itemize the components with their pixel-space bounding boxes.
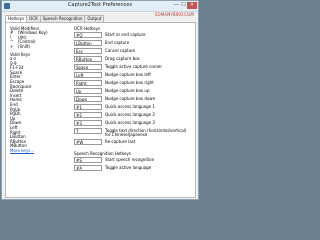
hotkey-input[interactable]: RButton: [74, 56, 102, 62]
hotkey-description: Start or end capture: [105, 31, 146, 37]
tab-output[interactable]: Output: [84, 15, 105, 22]
maximize-button[interactable]: ☐: [180, 2, 187, 9]
tab-ocr[interactable]: OCR: [26, 15, 41, 22]
hotkey-input[interactable]: #1: [74, 104, 102, 110]
hotkey-description: Cancel capture: [105, 47, 136, 53]
close-button[interactable]: ✕: [187, 2, 197, 9]
hotkey-description: Nudge capture box down: [105, 95, 156, 101]
hotkey-input[interactable]: LButton: [74, 40, 102, 46]
ocr-hotkeys-header: OCR Hotkeys: [74, 26, 101, 31]
hotkey-input[interactable]: Right: [74, 80, 102, 86]
hotkey-input[interactable]: T: [74, 128, 102, 134]
hotkey-description: Nudge capture box left: [105, 71, 151, 77]
hotkey-description: Nudge capture box up: [105, 87, 150, 93]
hotkey-input[interactable]: #2: [74, 112, 102, 118]
hotkey-row: RButton Drag capture box: [74, 56, 192, 62]
watermark: SOMANYBIRO.COM: [154, 12, 194, 17]
hotkey-description: Quick-access language 3: [105, 119, 155, 125]
hotkey-description: Toggle text direction (horizontal/vertic…: [105, 127, 187, 137]
modifier-symbol: +: [10, 43, 14, 49]
tab-hotkeys[interactable]: Hotkeys: [5, 15, 28, 22]
hotkey-input[interactable]: Down: [74, 96, 102, 102]
hotkey-description: Re-capture last: [105, 138, 136, 144]
hotkey-row: #S Start speech recognition: [74, 157, 192, 163]
hotkey-description: Start speech recognition: [105, 156, 155, 162]
hotkey-input[interactable]: #A: [74, 165, 102, 171]
hotkey-row: #Q Start or end capture: [74, 32, 192, 38]
hotkey-input[interactable]: #S: [74, 157, 102, 163]
hotkeys-panel: Valid Modifiers # ! ^ + (Windows Key) (A…: [5, 22, 196, 198]
hotkey-input[interactable]: Esc: [74, 48, 102, 54]
hotkey-input[interactable]: Space: [74, 64, 102, 70]
tab-bar: Hotkeys OCR Speech Recognition Output: [5, 15, 105, 22]
hotkey-row: #W Re-capture last: [74, 139, 192, 145]
hotkey-row: Space Toggle active capture corner: [74, 64, 192, 70]
more-keys-link[interactable]: More keys...: [10, 148, 34, 154]
hotkey-row: Left Nudge capture box left: [74, 72, 192, 78]
hotkey-row: Up Nudge capture box up: [74, 88, 192, 94]
modifier-symbols: # ! ^ +: [10, 30, 14, 49]
hotkey-description: Nudge capture box right: [105, 79, 154, 85]
hotkey-input[interactable]: #Q: [74, 32, 102, 38]
minimize-button[interactable]: —: [173, 2, 180, 9]
hotkey-row: Esc Cancel capture: [74, 48, 192, 54]
title-bar: Capture2Text Preferences — ☐ ✕: [2, 1, 198, 12]
modifier-desc: (Shift): [18, 43, 31, 49]
hotkey-description: Drag capture box: [105, 55, 140, 61]
hotkey-row: #1 Quick-access language 1: [74, 104, 192, 110]
hotkey-input[interactable]: #3: [74, 120, 102, 126]
hotkey-row: #2 Quick-access language 2: [74, 112, 192, 118]
valid-keys-list: a-z 0-9 F1-F24 Space Enter Escape Backsp…: [10, 56, 34, 154]
speech-hotkeys-header: Speech Recognition Hotkeys: [74, 151, 131, 156]
hotkey-input[interactable]: Left: [74, 72, 102, 78]
tab-speech-recognition[interactable]: Speech Recognition: [39, 15, 86, 22]
hotkey-row: T Toggle text direction (horizontal/vert…: [74, 128, 192, 138]
hotkey-row: Down Nudge capture box down: [74, 96, 192, 102]
hotkey-description: Toggle active language: [105, 164, 152, 170]
hotkey-row: #3 Quick-access language 3: [74, 120, 192, 126]
preferences-window: Capture2Text Preferences — ☐ ✕ SOMANYBIR…: [1, 0, 199, 200]
window-title: Capture2Text Preferences: [67, 2, 133, 8]
hotkey-row: LButton End capture: [74, 40, 192, 46]
hotkey-row: #A Toggle active language: [74, 165, 192, 171]
hotkey-input[interactable]: #W: [74, 139, 102, 145]
hotkey-description: Quick-access language 2: [105, 111, 155, 117]
modifier-descriptions: (Windows Key) (Alt) (Control) (Shift): [18, 30, 48, 49]
hotkey-input[interactable]: Up: [74, 88, 102, 94]
hotkey-row: Right Nudge capture box right: [74, 80, 192, 86]
hotkey-description: Toggle active capture corner: [105, 63, 163, 69]
hotkey-description: Quick-access language 1: [105, 103, 155, 109]
hotkey-description: End capture: [105, 39, 130, 45]
